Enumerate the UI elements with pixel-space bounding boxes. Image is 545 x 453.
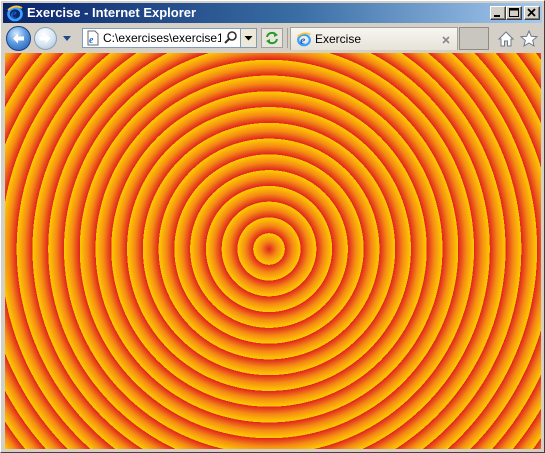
page-content — [5, 53, 541, 449]
address-field[interactable]: C:\exercises\exercise1. — [103, 29, 221, 47]
back-button[interactable] — [6, 26, 31, 51]
ie-page-icon: e — [296, 31, 312, 47]
new-tab-button[interactable] — [459, 27, 489, 50]
forward-button[interactable] — [34, 27, 57, 50]
forward-arrow-icon — [39, 33, 51, 44]
concentric-rings-graphic — [5, 53, 541, 449]
page-icon: e — [85, 30, 101, 46]
window-title: Exercise - Internet Explorer — [27, 5, 197, 20]
maximize-icon — [509, 8, 519, 17]
refresh-button[interactable] — [261, 28, 283, 48]
svg-text:e: e — [11, 7, 17, 22]
close-icon — [442, 36, 450, 44]
minimize-icon — [494, 15, 500, 17]
tab-exercise[interactable]: e Exercise — [290, 27, 458, 50]
close-button[interactable] — [524, 6, 540, 20]
address-bar[interactable]: e C:\exercises\exercise1. — [82, 28, 257, 48]
minimize-button[interactable] — [490, 6, 506, 20]
browser-window: e Exercise - Internet Explorer e C:\exer… — [0, 0, 545, 453]
ie-icon: e — [6, 4, 24, 22]
maximize-button[interactable] — [506, 6, 522, 20]
tab-close-button[interactable] — [440, 33, 452, 45]
home-icon — [497, 31, 515, 47]
home-button[interactable] — [497, 30, 515, 48]
search-icon[interactable] — [223, 30, 239, 46]
close-icon — [527, 8, 536, 17]
chevron-down-icon — [63, 36, 71, 41]
title-bar[interactable]: e Exercise - Internet Explorer — [3, 3, 542, 23]
toolbar-divider — [287, 28, 288, 48]
back-arrow-icon — [13, 33, 24, 44]
tab-label: Exercise — [315, 32, 362, 46]
star-icon — [519, 29, 539, 48]
favorites-button[interactable] — [519, 29, 539, 49]
chevron-down-icon — [244, 36, 253, 41]
refresh-icon — [266, 31, 278, 45]
recent-pages-dropdown[interactable] — [61, 31, 73, 45]
svg-text:e: e — [89, 35, 94, 46]
navigation-bar: e C:\exercises\exercise1. e Exercise — [3, 24, 542, 53]
ring-pattern-fill — [5, 53, 541, 449]
address-dropdown-button[interactable] — [240, 29, 256, 47]
